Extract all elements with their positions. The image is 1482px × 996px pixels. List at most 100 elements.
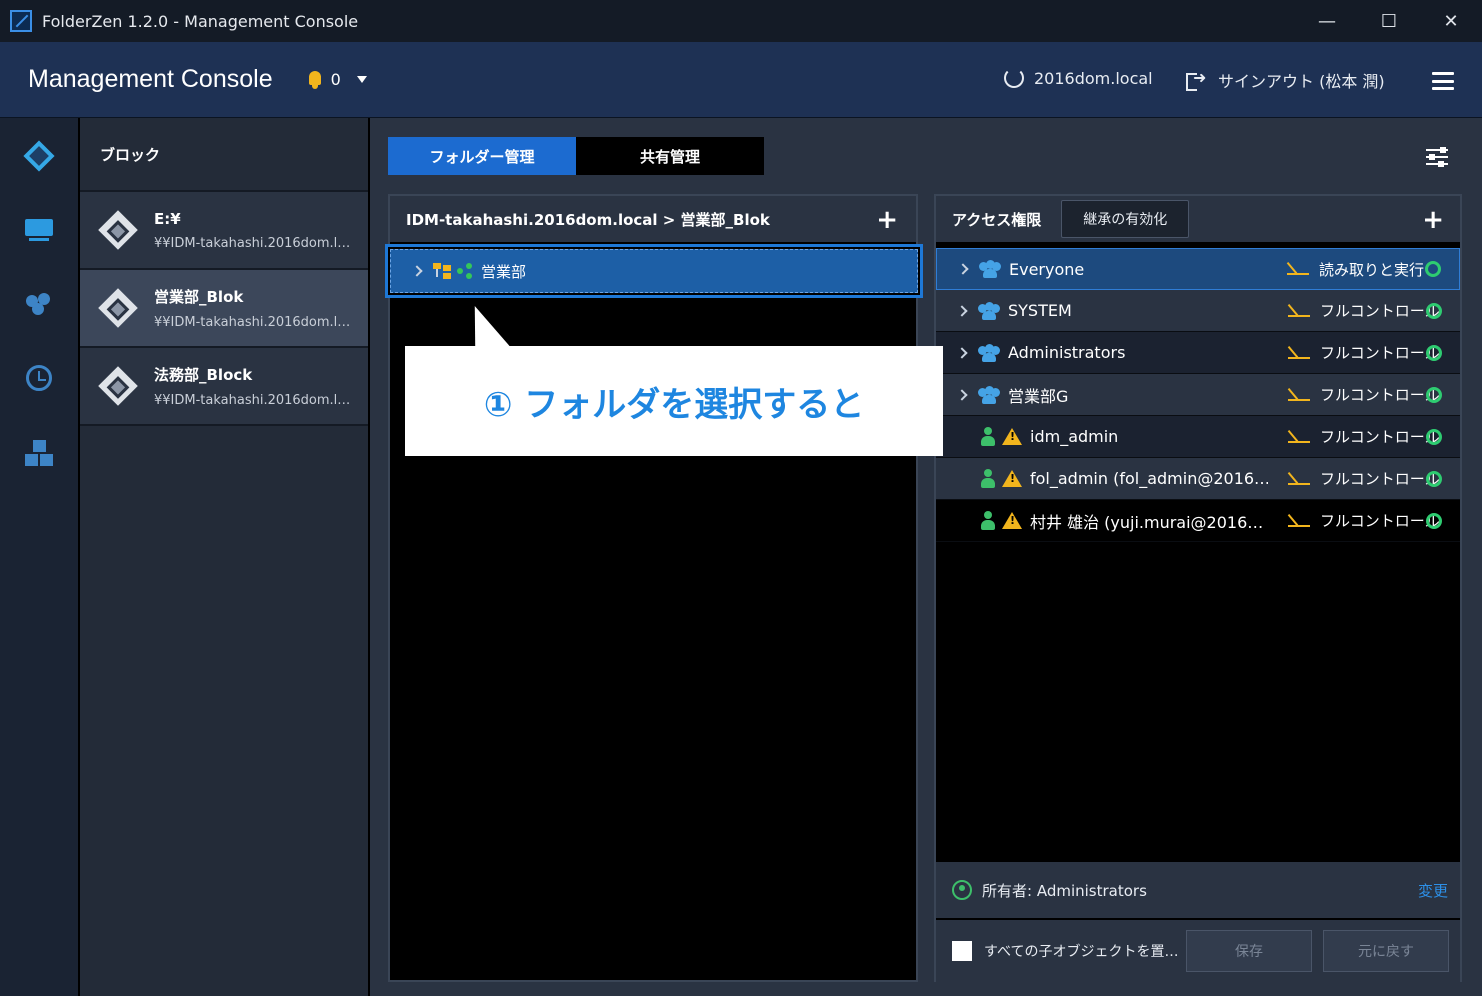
- block-path: ¥¥IDM-takahashi.2016dom.l…: [154, 393, 351, 408]
- domain-label: 2016dom.local: [1034, 68, 1153, 88]
- block-icon: [98, 210, 138, 250]
- warning-icon: [1002, 512, 1022, 529]
- signout-button[interactable]: サインアウト (松本 潤): [1186, 68, 1385, 92]
- signout-icon: [1186, 68, 1208, 91]
- status-ok-icon: [1426, 470, 1442, 487]
- add-permission-icon[interactable]: +: [1422, 207, 1444, 233]
- monitor-icon: [25, 219, 53, 241]
- clock-icon: [26, 365, 52, 391]
- chevron-right-icon[interactable]: [411, 265, 423, 277]
- rail-item-users[interactable]: [0, 274, 78, 334]
- owner-bar: 所有者: Administrators 変更: [936, 862, 1460, 918]
- replace-children-label: すべての子オブジェクトを置…: [984, 944, 1179, 960]
- permission-row[interactable]: 営業部G フルコントロール: [936, 374, 1460, 416]
- signout-label: サインアウト (松本 潤): [1218, 72, 1385, 91]
- users-icon: [24, 293, 54, 315]
- maximize-button[interactable]: ☐: [1358, 0, 1420, 42]
- rail-item-dashboard[interactable]: [0, 126, 78, 186]
- permission-row[interactable]: idm_admin フルコントロール: [936, 416, 1460, 458]
- permission-key-icon: [1287, 387, 1310, 403]
- permission-level: フルコントロール: [1320, 512, 1440, 530]
- permission-list: Everyone 読み取りと実行 SYSTEM フルコントロール Adminis…: [936, 248, 1460, 542]
- group-icon: [978, 343, 1000, 362]
- block-name: 営業部_Blok: [154, 288, 244, 306]
- block-name: 法務部_Block: [154, 366, 253, 384]
- tab-folder-management[interactable]: フォルダー管理: [388, 137, 576, 175]
- window-title: FolderZen 1.2.0 - Management Console: [42, 11, 359, 31]
- block-icon: [98, 288, 138, 328]
- chevron-right-icon[interactable]: [957, 263, 969, 275]
- status-ok-icon: [1426, 386, 1442, 403]
- permission-level: フルコントロール: [1320, 428, 1440, 446]
- tab-bar: フォルダー管理 共有管理: [388, 137, 764, 175]
- warning-icon: [1002, 428, 1022, 445]
- tab-share-management[interactable]: 共有管理: [576, 137, 764, 175]
- bell-icon: [307, 70, 323, 89]
- chevron-right-icon[interactable]: [956, 346, 968, 359]
- permission-key-icon: [1287, 471, 1310, 487]
- permission-key-icon: [1287, 303, 1310, 319]
- status-ok-icon: [1425, 261, 1441, 277]
- rail-item-structure[interactable]: [0, 424, 78, 484]
- permission-key-icon: [1287, 345, 1310, 361]
- filter-settings-icon[interactable]: [1426, 146, 1448, 168]
- save-button[interactable]: 保存: [1186, 930, 1312, 972]
- user-icon: [980, 510, 996, 531]
- chevron-right-icon[interactable]: [956, 304, 968, 317]
- replace-children-checkbox[interactable]: [952, 941, 972, 961]
- share-icon: [457, 263, 473, 279]
- block-item-selected[interactable]: 営業部_Blok ¥¥IDM-takahashi.2016dom.l…: [80, 270, 368, 348]
- domain-button[interactable]: 2016dom.local: [1004, 68, 1153, 88]
- app-logo-icon: [10, 10, 32, 32]
- principal-name: Everyone: [1009, 259, 1085, 279]
- block-item[interactable]: E:¥ ¥¥IDM-takahashi.2016dom.l…: [80, 192, 368, 270]
- permission-row[interactable]: Everyone 読み取りと実行: [936, 248, 1460, 290]
- block-path: ¥¥IDM-takahashi.2016dom.l…: [154, 235, 351, 251]
- chevron-right-icon[interactable]: [956, 388, 968, 401]
- page-title: Management Console: [28, 65, 273, 93]
- permission-level: 読み取りと実行: [1319, 260, 1425, 279]
- status-ok-icon: [1426, 512, 1442, 529]
- principal-name: 村井 雄治 (yuji.murai@2016…: [1030, 512, 1264, 532]
- rail-item-folders[interactable]: [0, 200, 78, 260]
- nav-rail: [0, 118, 78, 996]
- permission-row[interactable]: fol_admin (fol_admin@2016… フルコントロール: [936, 458, 1460, 500]
- user-icon: [980, 426, 996, 447]
- dashboard-icon: [23, 140, 55, 172]
- block-item[interactable]: 法務部_Block ¥¥IDM-takahashi.2016dom.l…: [80, 348, 368, 426]
- add-folder-icon[interactable]: +: [876, 207, 898, 233]
- status-ok-icon: [1426, 428, 1442, 445]
- permission-row[interactable]: 村井 雄治 (yuji.murai@2016… フルコントロール: [936, 500, 1460, 542]
- change-owner-link[interactable]: 変更: [1418, 880, 1448, 901]
- menu-icon[interactable]: [1432, 72, 1454, 90]
- principal-name: Administrators: [1008, 343, 1126, 362]
- revert-button[interactable]: 元に戻す: [1323, 930, 1449, 972]
- status-ok-icon: [1426, 302, 1442, 319]
- folder-tree-item-selected[interactable]: 営業部: [385, 244, 923, 298]
- principal-name: 営業部G: [1008, 386, 1069, 406]
- permission-row[interactable]: Administrators フルコントロール: [936, 332, 1460, 374]
- close-button[interactable]: ✕: [1420, 0, 1482, 42]
- permission-level: フルコントロール: [1320, 302, 1440, 320]
- app-header: Management Console 0 2016dom.local サインアウ…: [0, 42, 1482, 118]
- permission-key-icon: [1287, 429, 1310, 445]
- enable-inheritance-button[interactable]: 継承の有効化: [1061, 200, 1190, 238]
- folder-tree-icon: [433, 263, 451, 279]
- block-sidebar: ブロック E:¥ ¥¥IDM-takahashi.2016dom.l… 営業部_…: [80, 118, 368, 996]
- main-area: フォルダー管理 共有管理 IDM-takahashi.2016dom.local…: [370, 118, 1482, 996]
- block-path: ¥¥IDM-takahashi.2016dom.l…: [154, 315, 351, 330]
- owner-icon: [952, 880, 972, 900]
- warning-icon: [1002, 470, 1022, 487]
- folder-name: 営業部: [481, 262, 527, 281]
- minimize-button[interactable]: —: [1296, 0, 1358, 42]
- block-sidebar-heading: ブロック: [80, 118, 368, 192]
- principal-name: idm_admin: [1030, 427, 1119, 446]
- block-name: E:¥: [154, 209, 181, 228]
- notifications-button[interactable]: 0: [307, 70, 367, 89]
- permission-row[interactable]: SYSTEM フルコントロール: [936, 290, 1460, 332]
- permission-level: フルコントロール: [1320, 344, 1440, 362]
- chevron-down-icon: [356, 76, 367, 83]
- rail-item-history[interactable]: [0, 348, 78, 408]
- permission-key-icon: [1286, 261, 1309, 277]
- group-icon: [978, 385, 1000, 404]
